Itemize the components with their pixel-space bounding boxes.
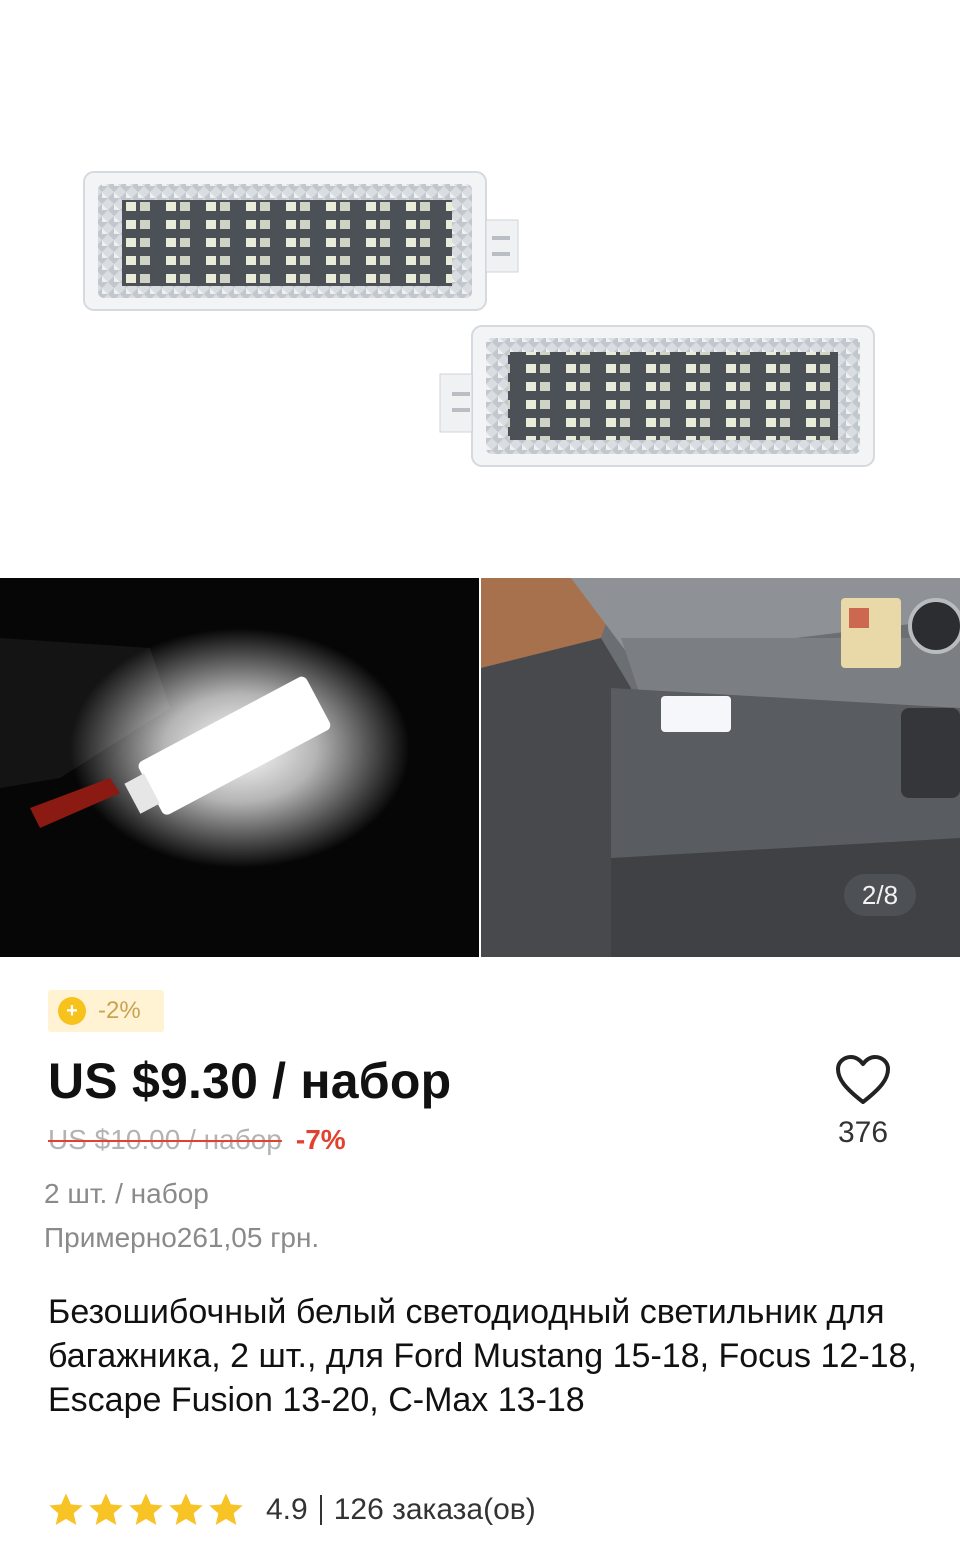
gallery-counter: 2/8 — [844, 874, 916, 916]
discount-percent: -7% — [295, 1124, 346, 1155]
rating-row[interactable]: 4.9 126 заказа(ов) — [46, 1488, 536, 1532]
coin-discount-label: -2% — [98, 997, 141, 1024]
heart-icon — [836, 1055, 890, 1104]
current-price: US $9.30 / набор — [48, 1053, 452, 1109]
wishlist-count: 376 — [837, 1116, 889, 1149]
rating-stars — [46, 1490, 246, 1530]
product-image-main[interactable] — [0, 0, 960, 578]
approx-local-price: Примерно261,05 грн. — [44, 1222, 320, 1253]
old-price: US $10.00 / набор — [48, 1124, 282, 1155]
star-icon — [209, 1493, 243, 1525]
coin-discount-badge[interactable]: + -2% — [48, 990, 164, 1032]
led-lights-illustration — [83, 171, 875, 467]
quantity-per-set: 2 шт. / набор — [44, 1178, 209, 1209]
product-gallery[interactable]: 2/8 — [0, 0, 960, 957]
product-image-glowing[interactable] — [0, 578, 479, 957]
star-icon — [169, 1493, 203, 1525]
product-title: Безошибочный белый светодиодный светильн… — [48, 1293, 917, 1419]
star-icon — [89, 1493, 123, 1525]
orders-count: 126 заказа(ов) — [333, 1493, 536, 1526]
rating-divider — [319, 1495, 322, 1525]
star-icon — [49, 1493, 83, 1525]
coin-plus-icon: + — [58, 997, 86, 1025]
old-price-row: US $10.00 / набор -7% — [48, 1124, 346, 1156]
wishlist-button[interactable]: 376 — [828, 1054, 898, 1150]
star-icon — [129, 1493, 163, 1525]
glowing-light-illustration — [0, 578, 479, 957]
rating-value: 4.9 — [266, 1493, 308, 1526]
